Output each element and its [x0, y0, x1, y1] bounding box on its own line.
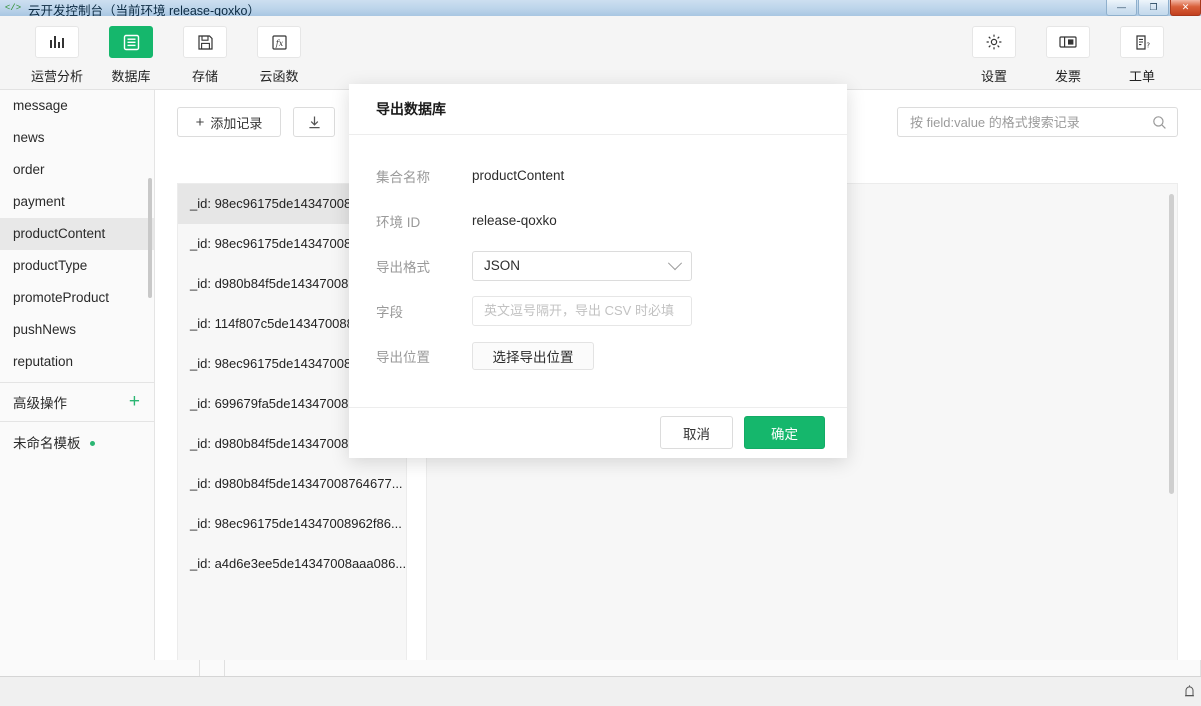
status-cell	[0, 660, 200, 676]
svg-text:?: ?	[1146, 41, 1150, 49]
bar-chart-icon	[35, 26, 79, 58]
chevron-down-icon	[667, 255, 683, 270]
export-database-dialog: 导出数据库 集合名称 productContent 环境 ID release-…	[349, 84, 847, 458]
toolbar-item-storage[interactable]: 存储	[168, 26, 242, 85]
sidebar: message news order payment productConten…	[0, 90, 155, 676]
save-disk-icon	[183, 26, 227, 58]
sidebar-item-payment[interactable]: payment	[0, 186, 154, 218]
form-row-collection: 集合名称 productContent	[349, 153, 847, 198]
collection-list[interactable]: message news order payment productConten…	[0, 90, 154, 383]
window-controls: — ❐ ✕	[1105, 0, 1201, 16]
window-titlebar: </> 云开发控制台（当前环境 release-qoxko） — ❐ ✕	[0, 0, 1201, 17]
dialog-body: 集合名称 productContent 环境 ID release-qoxko …	[349, 134, 847, 407]
toolbar-item-ticket[interactable]: ? 工单	[1105, 26, 1179, 85]
sidebar-template-label: 未命名模板	[13, 436, 81, 451]
svg-text:fx: fx	[274, 39, 283, 48]
window-title: 云开发控制台（当前环境 release-qoxko）	[28, 3, 260, 17]
maximize-icon: ❐	[1149, 2, 1158, 12]
env-id-value: release-qoxko	[472, 213, 557, 228]
collection-name-value: productContent	[472, 168, 565, 183]
export-location-label: 导出位置	[376, 349, 430, 365]
function-fx-icon: fx	[257, 26, 301, 58]
app-toolbar: 运营分析 数据库 存储 fx 云函数 设置 发票 ? 工单	[0, 16, 1201, 90]
sidebar-item-order[interactable]: order	[0, 154, 154, 186]
form-row-env: 环境 ID release-qoxko	[349, 198, 847, 243]
form-row-location: 导出位置 选择导出位置	[349, 333, 847, 378]
toolbar-label-ticket: 工单	[1128, 69, 1155, 84]
unsaved-dot-icon	[89, 440, 95, 446]
sidebar-item-message[interactable]: message	[0, 90, 154, 122]
env-id-label: 环境 ID	[376, 214, 421, 230]
toolbar-label-cloud-function: 云函数	[259, 69, 299, 84]
toolbar-label-database: 数据库	[111, 69, 151, 84]
toolbar-item-database[interactable]: 数据库	[94, 26, 168, 85]
collection-name-label: 集合名称	[376, 169, 430, 185]
fields-input[interactable]	[472, 295, 692, 326]
choose-export-location-button[interactable]: 选择导出位置	[472, 341, 594, 370]
status-cell	[225, 660, 1201, 676]
export-format-label: 导出格式	[376, 259, 430, 275]
minimize-icon: —	[1117, 2, 1126, 12]
taskbar	[0, 676, 1201, 706]
dialog-footer: 取消 确定	[349, 407, 847, 457]
status-cell	[200, 660, 225, 676]
gear-icon	[972, 26, 1016, 58]
fields-label: 字段	[376, 304, 403, 320]
search-icon[interactable]	[1152, 115, 1177, 130]
ticket-icon: ?	[1120, 26, 1164, 58]
sidebar-advanced-label: 高级操作	[13, 395, 67, 411]
confirm-button[interactable]: 确定	[744, 416, 825, 449]
form-row-format: 导出格式 JSON	[349, 243, 847, 288]
search-box[interactable]	[897, 107, 1178, 137]
toolbar-item-settings[interactable]: 设置	[957, 26, 1031, 85]
toolbar-label-analytics: 运营分析	[30, 69, 83, 84]
plus-icon: +	[195, 113, 205, 131]
sidebar-template-item[interactable]: 未命名模板	[0, 422, 154, 462]
sidebar-item-pushnews[interactable]: pushNews	[0, 314, 154, 346]
database-icon	[109, 26, 153, 58]
toolbar-label-storage: 存储	[191, 69, 218, 84]
toolbar-item-cloud-function[interactable]: fx 云函数	[242, 26, 316, 85]
toolbar-item-invoice[interactable]: 发票	[1031, 26, 1105, 85]
maximize-button[interactable]: ❐	[1138, 0, 1169, 16]
record-list-item[interactable]: _id: 98ec96175de14347008962f86...	[178, 504, 406, 544]
code-logo-icon: </>	[4, 3, 22, 13]
dialog-title: 导出数据库	[376, 101, 446, 117]
toolbar-label-settings: 设置	[980, 69, 1007, 84]
close-button[interactable]: ✕	[1170, 0, 1201, 16]
close-icon: ✕	[1181, 2, 1190, 12]
export-button[interactable]	[293, 107, 335, 137]
status-bar	[0, 660, 1201, 676]
export-format-select[interactable]: JSON	[472, 250, 692, 281]
minimize-button[interactable]: —	[1106, 0, 1137, 16]
form-row-fields: 字段	[349, 288, 847, 333]
invoice-icon	[1046, 26, 1090, 58]
sidebar-item-producttype[interactable]: productType	[0, 250, 154, 282]
toolbar-item-analytics[interactable]: 运营分析	[20, 26, 94, 85]
plus-icon[interactable]: +	[129, 392, 140, 411]
sidebar-item-news[interactable]: news	[0, 122, 154, 154]
toolbar-right-group: 设置 发票 ? 工单	[957, 26, 1179, 85]
export-format-value: JSON	[484, 258, 521, 273]
record-list-item[interactable]: _id: d980b84f5de14347008764677...	[178, 464, 406, 504]
tray-bell-icon[interactable]	[1182, 683, 1196, 701]
sidebar-scrollbar[interactable]	[148, 178, 152, 298]
download-icon	[308, 116, 320, 128]
sidebar-item-reputation[interactable]: reputation	[0, 346, 154, 378]
toolbar-label-invoice: 发票	[1054, 69, 1081, 84]
search-input[interactable]	[898, 108, 1152, 136]
record-list-item[interactable]: _id: a4d6e3ee5de14347008aaa086...	[178, 544, 406, 584]
app-window: </> 云开发控制台（当前环境 release-qoxko） — ❐ ✕ 运营分…	[0, 0, 1201, 706]
sidebar-item-promoteproduct[interactable]: promoteProduct	[0, 282, 154, 314]
add-record-label: 添加记录	[210, 115, 263, 131]
add-record-button[interactable]: + 添加记录	[177, 107, 281, 137]
sidebar-item-productcontent[interactable]: productContent	[0, 218, 154, 250]
sidebar-advanced-section[interactable]: 高级操作 +	[0, 382, 154, 422]
toolbar-left-group: 运营分析 数据库 存储 fx 云函数	[20, 26, 316, 85]
cancel-button[interactable]: 取消	[660, 416, 733, 449]
json-scrollbar[interactable]	[1169, 194, 1174, 494]
